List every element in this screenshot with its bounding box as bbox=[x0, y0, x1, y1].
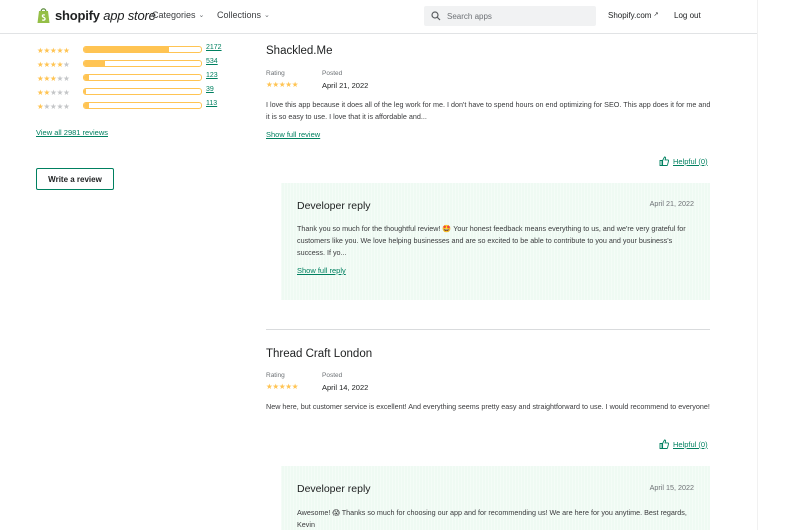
nav-categories[interactable]: Categories ⌄ bbox=[152, 10, 204, 20]
shopify-com-link[interactable]: Shopify.com ↗ bbox=[608, 11, 659, 20]
rating-bar-fill bbox=[84, 75, 89, 80]
two-star-icon: ★★★★★ bbox=[37, 87, 70, 97]
one-star-icon: ★★★★★ bbox=[37, 101, 70, 111]
developer-reply-date: April 21, 2022 bbox=[649, 199, 694, 208]
review-divider bbox=[266, 329, 710, 330]
view-all-reviews-link[interactable]: View all 2981 reviews bbox=[36, 128, 108, 137]
reviewer-name: Thread Craft London bbox=[266, 348, 373, 360]
five-star-icon: ★★★★★ bbox=[37, 45, 70, 55]
shopify-app-store-logo[interactable]: shopify app store bbox=[37, 7, 156, 24]
developer-reply: Developer reply April 21, 2022 Thank you… bbox=[281, 183, 710, 300]
developer-reply: Developer reply April 15, 2022 Awesome! … bbox=[281, 466, 710, 530]
rating-count-link[interactable]: 2172 bbox=[206, 44, 222, 51]
three-star-icon: ★★★★★ bbox=[37, 73, 70, 83]
rating-row-1[interactable]: ★★★★★ 113 bbox=[37, 100, 217, 111]
top-header: shopify app store Categories ⌄ Collectio… bbox=[0, 0, 757, 34]
rating-label: Rating bbox=[266, 372, 285, 379]
rating-bar bbox=[83, 102, 202, 109]
nav-categories-label: Categories bbox=[152, 10, 196, 20]
rating-bar-fill bbox=[84, 89, 86, 94]
logo-brand: shopify bbox=[55, 8, 100, 23]
helpful-button[interactable]: Helpful (0) bbox=[659, 439, 708, 449]
rating-count-link[interactable]: 39 bbox=[206, 86, 214, 93]
thumbs-up-icon bbox=[659, 156, 669, 166]
chevron-down-icon: ⌄ bbox=[198, 12, 205, 19]
rating-bar-fill bbox=[84, 61, 106, 66]
rating-bar bbox=[83, 60, 202, 67]
show-full-review-link[interactable]: Show full review bbox=[266, 130, 320, 139]
developer-reply-date: April 15, 2022 bbox=[649, 483, 694, 492]
review-stars-icon: ★★★★★ bbox=[266, 382, 299, 391]
nav-collections[interactable]: Collections ⌄ bbox=[217, 10, 270, 20]
logout-link[interactable]: Log out bbox=[674, 11, 701, 20]
rating-count-link[interactable]: 534 bbox=[206, 58, 218, 65]
chevron-down-icon: ⌄ bbox=[264, 12, 270, 19]
logo-suffix: app store bbox=[103, 8, 156, 23]
rating-row-3[interactable]: ★★★★★ 123 bbox=[37, 72, 218, 83]
developer-reply-title: Developer reply bbox=[297, 483, 371, 495]
review-stars-icon: ★★★★★ bbox=[266, 80, 299, 89]
search-input[interactable] bbox=[447, 11, 587, 21]
rating-row-5[interactable]: ★★★★★ 2172 bbox=[37, 44, 222, 55]
rating-count-link[interactable]: 113 bbox=[206, 100, 217, 107]
posted-label: Posted bbox=[322, 372, 343, 379]
rating-label: Rating bbox=[266, 70, 285, 77]
show-full-reply-link[interactable]: Show full reply bbox=[297, 266, 346, 275]
developer-reply-text: Awesome! 😱 Thanks so much for choosing o… bbox=[297, 508, 687, 529]
rating-row-2[interactable]: ★★★★★ 39 bbox=[37, 86, 214, 97]
reviewer-name: Shackled.Me bbox=[266, 45, 333, 57]
external-link-icon: ↗ bbox=[653, 12, 659, 18]
developer-reply-title: Developer reply bbox=[297, 200, 371, 212]
thumbs-up-icon bbox=[659, 439, 669, 449]
review-date: April 14, 2022 bbox=[322, 383, 369, 392]
search-box[interactable] bbox=[424, 6, 596, 26]
nav-collections-label: Collections bbox=[217, 10, 262, 20]
posted-label: Posted bbox=[322, 70, 343, 77]
logo-text: shopify app store bbox=[55, 8, 156, 23]
four-star-icon: ★★★★★ bbox=[37, 59, 70, 69]
shopify-com-label: Shopify.com bbox=[608, 11, 652, 20]
review-date: April 21, 2022 bbox=[322, 81, 369, 90]
shopping-bag-logo-icon bbox=[37, 8, 50, 23]
rating-row-4[interactable]: ★★★★★ 534 bbox=[37, 58, 218, 69]
rating-bar bbox=[83, 88, 202, 95]
page-edge-line bbox=[757, 0, 758, 530]
rating-bar bbox=[83, 46, 202, 53]
review-text: New here, but customer service is excell… bbox=[266, 402, 710, 411]
rating-bar-fill bbox=[84, 47, 170, 52]
rating-bar bbox=[83, 74, 202, 81]
helpful-label: Helpful (0) bbox=[673, 439, 708, 449]
write-review-button[interactable]: Write a review bbox=[36, 168, 114, 190]
helpful-label: Helpful (0) bbox=[673, 156, 708, 166]
developer-reply-text: Thank you so much for the thoughtful rev… bbox=[297, 224, 686, 257]
search-icon bbox=[431, 11, 441, 21]
rating-bar-fill bbox=[84, 103, 89, 108]
review-text: I love this app because it does all of t… bbox=[266, 100, 711, 121]
helpful-button[interactable]: Helpful (0) bbox=[659, 156, 708, 166]
rating-count-link[interactable]: 123 bbox=[206, 72, 218, 79]
